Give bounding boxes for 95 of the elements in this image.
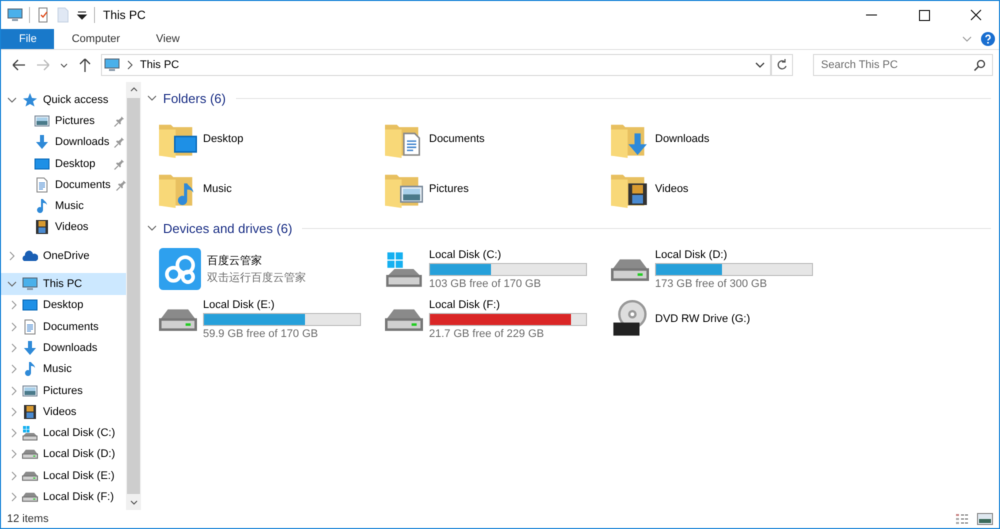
document-icon <box>34 176 50 193</box>
music-note-icon <box>22 361 38 378</box>
nav-item[interactable]: Videos <box>1 216 126 238</box>
drive-item[interactable]: Local Disk (D:) 173 GB free of 300 GB <box>611 244 837 294</box>
group-header[interactable]: Devices and drives (6) <box>163 220 292 236</box>
file-tab[interactable]: File <box>1 29 54 49</box>
folder-item[interactable]: Videos <box>611 164 837 214</box>
details-view-icon[interactable] <box>955 512 971 526</box>
free-space-label: 103 GB free of 170 GB <box>429 278 542 290</box>
item-label: Local Disk (C:) <box>429 248 502 260</box>
item-count: 12 items <box>7 513 49 525</box>
item-label: Documents <box>429 133 486 145</box>
down-arrow-icon <box>22 340 38 356</box>
item-label: Local Disk (E:) <box>203 298 276 310</box>
nav-item[interactable]: Local Disk (F:) <box>1 486 126 508</box>
document-icon <box>22 318 38 335</box>
properties-icon[interactable] <box>36 7 50 23</box>
address-field[interactable]: This PC <box>101 54 771 76</box>
folder-item[interactable]: Downloads <box>611 114 837 164</box>
refresh-button[interactable] <box>771 54 793 76</box>
search-icon[interactable] <box>973 59 986 72</box>
folder-item[interactable]: Desktop <box>159 114 385 164</box>
monitor-icon <box>34 156 50 172</box>
nav-item[interactable]: Documents <box>1 174 126 196</box>
nav-item[interactable]: Documents <box>1 316 126 338</box>
nav-item[interactable]: Pictures <box>1 380 126 402</box>
nav-item[interactable]: This PC <box>1 273 126 295</box>
item-label: Pictures <box>429 183 470 195</box>
nav-item[interactable]: Downloads <box>1 337 126 359</box>
window-title: This PC <box>103 8 146 22</box>
drive-item[interactable]: DVD RW Drive (G:) <box>611 294 837 344</box>
drive-item[interactable]: Local Disk (F:) 21.7 GB free of 229 GB <box>385 294 611 344</box>
item-label: Desktop <box>203 133 244 145</box>
pictures-icon <box>34 112 50 129</box>
item-label: Music <box>203 183 233 195</box>
computer-icon <box>22 276 38 292</box>
breadcrumb-item[interactable]: This PC <box>140 59 180 71</box>
drive-item[interactable]: Local Disk (E:) 59.9 GB free of 170 GB <box>159 294 385 344</box>
monitor-icon <box>22 297 38 314</box>
drive-item[interactable]: Local Disk (C:) 103 GB free of 170 GB <box>385 244 611 294</box>
item-subtitle: 双击运行百度云管家 <box>207 270 307 285</box>
nav-item[interactable]: Quick access <box>1 89 126 110</box>
drive-icon <box>385 308 423 330</box>
ribbon-tab[interactable]: View <box>138 29 198 49</box>
drive-icon <box>22 449 38 460</box>
free-space-label: 21.7 GB free of 229 GB <box>429 328 545 340</box>
drive-icon <box>22 492 38 502</box>
cloud-app-icon <box>159 248 201 290</box>
nav-item[interactable]: OneDrive <box>1 245 126 266</box>
cloud-icon <box>22 248 38 264</box>
scrollbar-thumb[interactable] <box>127 98 140 494</box>
item-label: Downloads <box>655 133 710 145</box>
pin-star-icon <box>22 92 38 108</box>
down-arrow-icon <box>34 134 50 150</box>
windows-drive-icon <box>22 425 38 442</box>
nav-item[interactable]: Pictures <box>1 110 126 132</box>
windows-drive-icon <box>385 250 423 288</box>
computer-icon <box>104 57 120 73</box>
film-icon <box>22 404 38 420</box>
nav-item[interactable]: Local Disk (D:) <box>1 444 126 466</box>
large-icons-view-icon[interactable] <box>977 512 993 526</box>
item-label: 百度云管家 <box>207 254 263 268</box>
nav-item[interactable]: Desktop <box>1 152 126 174</box>
item-label: Videos <box>655 183 690 195</box>
folder-item[interactable]: Documents <box>385 114 611 164</box>
computer-icon <box>7 7 23 23</box>
nav-item[interactable]: Music <box>1 195 126 217</box>
folder-item[interactable]: Music <box>159 164 385 214</box>
back-icon[interactable] <box>11 57 27 73</box>
drive-icon <box>611 258 649 280</box>
breadcrumb-chevron-icon[interactable] <box>126 60 134 70</box>
dvd-drive-icon <box>611 300 649 338</box>
free-space-label: 173 GB free of 300 GB <box>655 278 768 290</box>
drive-item[interactable]: 百度云管家 双击运行百度云管家 <box>159 244 385 294</box>
nav-item[interactable]: Desktop <box>1 294 126 316</box>
free-space-label: 59.9 GB free of 170 GB <box>203 328 319 340</box>
nav-item[interactable]: Music <box>1 358 126 380</box>
group-header[interactable]: Folders (6) <box>163 90 226 106</box>
folder-item[interactable]: Pictures <box>385 164 611 214</box>
item-label: Local Disk (F:) <box>429 298 501 310</box>
nav-item[interactable]: Downloads <box>1 132 126 153</box>
nav-item[interactable]: Local Disk (C:) <box>1 422 126 444</box>
pictures-icon <box>22 382 38 398</box>
film-icon <box>34 219 50 236</box>
ribbon-tab[interactable]: Computer <box>54 29 138 49</box>
item-label: DVD RW Drive (G:) <box>655 313 752 325</box>
nav-item[interactable]: Videos <box>1 401 126 422</box>
up-icon[interactable] <box>77 57 93 73</box>
drive-icon <box>22 470 38 481</box>
item-label: Local Disk (D:) <box>655 248 728 260</box>
search-field[interactable]: Search This PC <box>813 54 993 76</box>
drive-icon <box>159 308 197 330</box>
music-note-icon <box>34 198 50 214</box>
nav-item[interactable]: Local Disk (E:) <box>1 465 126 486</box>
help-icon[interactable] <box>981 32 995 46</box>
